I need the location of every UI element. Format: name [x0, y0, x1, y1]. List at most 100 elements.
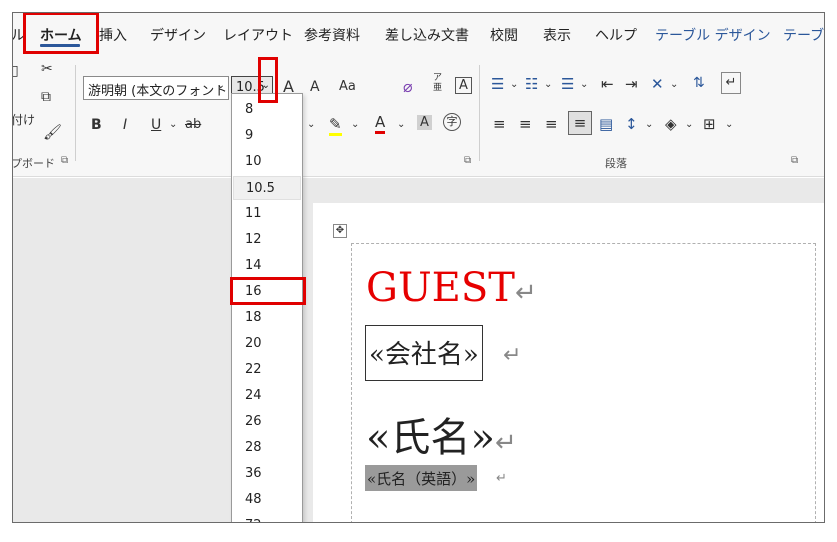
font-size-option[interactable]: 18: [233, 306, 301, 330]
numbering-icon[interactable]: ☷: [525, 75, 538, 93]
chevron-down-icon[interactable]: ⌄: [725, 119, 733, 130]
clipboard-group-label: プボード: [12, 157, 55, 170]
guest-heading[interactable]: GUEST↵: [366, 265, 537, 311]
home-tab-highlight: [23, 13, 99, 54]
furigana-bottom-text: 亜: [433, 83, 443, 93]
size-arrow-highlight: [258, 57, 278, 103]
chevron-down-icon[interactable]: ⌄: [645, 119, 653, 130]
furigana-top-text: ア: [433, 73, 443, 83]
bold-button[interactable]: B: [91, 117, 102, 133]
enclose-chars-button[interactable]: A: [455, 77, 472, 94]
char-shading-button[interactable]: A: [417, 115, 432, 130]
font-size-option[interactable]: 26: [233, 410, 301, 434]
ribbon-tabs: ル ホーム 挿入 デザイン レイアウト 参考資料 差し込み文書 校閲 表示 ヘル…: [13, 13, 824, 55]
font-size-dropdown: 891010.511121416182022242628364872: [231, 93, 303, 522]
highlight-pen-icon[interactable]: ✎: [329, 115, 342, 136]
sort-icon[interactable]: ⇅: [693, 75, 705, 91]
font-launcher-icon[interactable]: ⧉: [464, 155, 471, 166]
increase-indent-icon[interactable]: ⇥: [625, 75, 638, 93]
name-merge-field: «氏名»: [366, 415, 495, 461]
line-spacing-icon[interactable]: ↕: [625, 115, 638, 133]
paragraph-group-label: 段落: [605, 157, 627, 170]
chevron-down-icon: ⌄: [216, 80, 225, 91]
show-marks-icon[interactable]: ↵: [721, 72, 741, 94]
clear-formatting-icon[interactable]: ⌀: [403, 77, 413, 96]
font-size-option[interactable]: 10: [233, 150, 301, 174]
font-size-option[interactable]: 10.5: [233, 176, 301, 200]
tab-references[interactable]: 参考資料: [304, 25, 360, 45]
home-ribbon: ▯ ✂ ⧉ 付け 🖌 プボード ⧉ 游明朝 (本文のフォント ⌄ 10.5 ⌄ …: [12, 55, 824, 177]
group-divider: [75, 65, 76, 161]
chevron-down-icon[interactable]: ⌄: [307, 119, 315, 130]
multilevel-list-icon[interactable]: ☰: [561, 75, 574, 93]
format-painter-icon[interactable]: 🖌: [43, 123, 62, 141]
paste-icon[interactable]: ▯: [13, 63, 19, 79]
tab-view[interactable]: 表示: [543, 25, 571, 45]
size-16-highlight: [230, 277, 306, 305]
asian-layout-icon[interactable]: ✕: [651, 75, 664, 93]
shading-icon[interactable]: ◈: [665, 115, 677, 133]
font-size-option[interactable]: 11: [233, 202, 301, 226]
font-size-option[interactable]: 48: [233, 488, 301, 512]
copy-icon[interactable]: ⧉: [41, 89, 51, 105]
tab-help[interactable]: ヘルプ: [595, 25, 637, 45]
tab-layout[interactable]: レイアウト: [223, 25, 293, 45]
group-divider: [479, 65, 480, 161]
font-name-value: 游明朝 (本文のフォント: [88, 84, 228, 99]
underline-button[interactable]: U: [151, 117, 161, 133]
cut-icon[interactable]: ✂: [41, 61, 53, 77]
name-merge-field-line[interactable]: «氏名»↵: [366, 405, 517, 463]
guest-text: GUEST: [366, 265, 515, 311]
font-name-combo[interactable]: 游明朝 (本文のフォント ⌄: [83, 76, 229, 100]
font-size-option[interactable]: 20: [233, 332, 301, 356]
furigana-button[interactable]: ア亜: [433, 73, 442, 93]
paragraph-mark-icon: ↵: [494, 428, 517, 458]
tab-review[interactable]: 校閲: [490, 25, 518, 45]
paragraph-mark-icon: ↵: [503, 343, 522, 368]
chevron-down-icon[interactable]: ⌄: [685, 119, 693, 130]
tab-design[interactable]: デザイン: [150, 25, 206, 45]
font-size-option[interactable]: 28: [233, 436, 301, 460]
change-case-button[interactable]: Aa: [339, 79, 356, 94]
font-size-option[interactable]: 24: [233, 384, 301, 408]
font-color-button[interactable]: A: [375, 113, 386, 134]
tab-mailings[interactable]: 差し込み文書: [385, 25, 469, 45]
align-center-icon[interactable]: ≡: [519, 115, 532, 133]
table-move-handle-icon[interactable]: ✥: [333, 224, 347, 238]
paragraph-launcher-icon[interactable]: ⧉: [791, 155, 798, 166]
font-size-option[interactable]: 9: [233, 124, 301, 148]
shrink-font-button[interactable]: A: [310, 79, 320, 95]
font-size-option[interactable]: 14: [233, 254, 301, 278]
chevron-down-icon[interactable]: ⌄: [670, 79, 678, 90]
decrease-indent-icon[interactable]: ⇤: [601, 75, 614, 93]
font-size-option[interactable]: 36: [233, 462, 301, 486]
enclose-char-button[interactable]: 字: [443, 113, 461, 131]
chevron-down-icon[interactable]: ⌄: [580, 79, 588, 90]
italic-button[interactable]: I: [123, 117, 127, 133]
align-left-icon[interactable]: ≡: [493, 115, 506, 133]
tab-table-layout[interactable]: テーブ: [783, 25, 824, 45]
distributed-icon[interactable]: ▤: [599, 115, 613, 133]
chevron-down-icon[interactable]: ⌄: [510, 79, 518, 90]
bullets-icon[interactable]: ☰: [491, 75, 504, 93]
borders-icon[interactable]: ⊞: [703, 115, 716, 133]
font-size-option[interactable]: 12: [233, 228, 301, 252]
strikethrough-button[interactable]: ab: [185, 117, 201, 132]
font-size-option[interactable]: 22: [233, 358, 301, 382]
font-size-option[interactable]: 72: [233, 514, 301, 522]
clipboard-launcher-icon[interactable]: ⧉: [61, 155, 68, 166]
tab-table-design[interactable]: テーブル デザイン: [655, 25, 771, 45]
paragraph-mark-icon: ↵: [514, 278, 537, 308]
word-window: ル ホーム 挿入 デザイン レイアウト 参考資料 差し込み文書 校閲 表示 ヘル…: [12, 12, 825, 523]
chevron-down-icon[interactable]: ⌄: [351, 119, 359, 130]
paragraph-mark-icon: ↵: [496, 471, 507, 486]
chevron-down-icon[interactable]: ⌄: [544, 79, 552, 90]
chevron-down-icon[interactable]: ⌄: [169, 119, 177, 130]
company-merge-field[interactable]: «会社名»: [365, 325, 483, 381]
tab-insert[interactable]: 挿入: [99, 25, 127, 45]
name-english-merge-field[interactable]: «氏名（英語）»: [365, 465, 478, 491]
align-right-icon[interactable]: ≡: [545, 115, 558, 133]
paste-label[interactable]: 付け: [13, 111, 35, 128]
chevron-down-icon[interactable]: ⌄: [397, 119, 405, 130]
justify-icon[interactable]: ≡: [568, 111, 592, 135]
